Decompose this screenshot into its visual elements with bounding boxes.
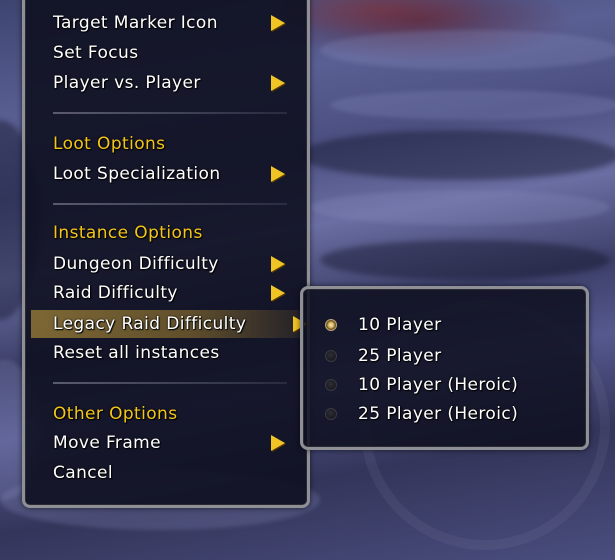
menu-item-label: Set Focus (53, 43, 139, 63)
submenu-option-10-player-heroic[interactable]: 10 Player (Heroic) (325, 371, 575, 399)
section-header-loot-options: Loot Options (53, 130, 303, 158)
submenu-option-label: 10 Player (Heroic) (358, 375, 519, 395)
menu-item-player-vs-player[interactable]: Player vs. Player (53, 69, 303, 97)
menu-item-loot-specialization[interactable]: Loot Specialization (53, 160, 303, 188)
menu-item-label: Reset all instances (53, 343, 220, 363)
menu-item-legacy-raid-difficulty[interactable]: Legacy Raid Difficulty (31, 310, 321, 338)
menu-item-reset-all-instances[interactable]: Reset all instances (53, 339, 303, 367)
section-header-label: Other Options (53, 404, 178, 424)
triangle-right-icon (271, 75, 285, 91)
ground-streak (330, 90, 615, 120)
menu-item-move-frame[interactable]: Move Frame (53, 429, 303, 457)
submenu-option-label: 10 Player (358, 315, 442, 335)
radio-unchecked-icon (325, 408, 337, 420)
ground-shadow (320, 240, 610, 280)
triangle-right-icon (271, 15, 285, 31)
section-header-other-options: Other Options (53, 400, 303, 428)
submenu-option-label: 25 Player (Heroic) (358, 404, 519, 424)
menu-item-label: Raid Difficulty (53, 283, 178, 303)
triangle-right-icon (271, 166, 285, 182)
submenu-option-25-player-heroic[interactable]: 25 Player (Heroic) (325, 400, 575, 428)
unit-context-menu: Target Marker Icon Set Focus Player vs. … (22, 0, 321, 508)
menu-item-label: Player vs. Player (53, 73, 201, 93)
menu-separator (53, 112, 287, 114)
triangle-right-icon (271, 435, 285, 451)
menu-item-cancel[interactable]: Cancel (53, 459, 303, 487)
menu-separator (53, 382, 287, 384)
ground-streak (310, 190, 610, 225)
section-header-instance-options: Instance Options (53, 219, 303, 247)
menu-item-label: Move Frame (53, 433, 161, 453)
menu-item-label: Target Marker Icon (53, 13, 218, 33)
menu-item-label: Dungeon Difficulty (53, 254, 219, 274)
legacy-raid-difficulty-submenu: 10 Player 25 Player 10 Player (Heroic) 2… (300, 286, 589, 450)
game-viewport: Target Marker Icon Set Focus Player vs. … (0, 0, 615, 560)
submenu-option-10-player[interactable]: 10 Player (325, 311, 575, 339)
menu-item-target-marker-icon[interactable]: Target Marker Icon (53, 9, 303, 37)
ground-streak (320, 30, 615, 70)
section-header-label: Loot Options (53, 134, 166, 154)
menu-item-label: Legacy Raid Difficulty (53, 314, 247, 334)
section-header-label: Instance Options (53, 223, 203, 243)
radio-unchecked-icon (325, 379, 337, 391)
radio-unchecked-icon (325, 350, 337, 362)
menu-item-raid-difficulty[interactable]: Raid Difficulty (53, 279, 303, 307)
menu-separator (53, 203, 287, 205)
menu-item-dungeon-difficulty[interactable]: Dungeon Difficulty (53, 250, 303, 278)
triangle-right-icon (271, 256, 285, 272)
menu-item-label: Loot Specialization (53, 164, 221, 184)
ground-shadow (300, 130, 615, 180)
submenu-option-25-player[interactable]: 25 Player (325, 342, 575, 370)
submenu-option-label: 25 Player (358, 346, 442, 366)
radio-checked-icon (325, 319, 337, 331)
triangle-right-icon (271, 285, 285, 301)
menu-item-set-focus[interactable]: Set Focus (53, 39, 303, 67)
menu-item-label: Cancel (53, 463, 113, 483)
